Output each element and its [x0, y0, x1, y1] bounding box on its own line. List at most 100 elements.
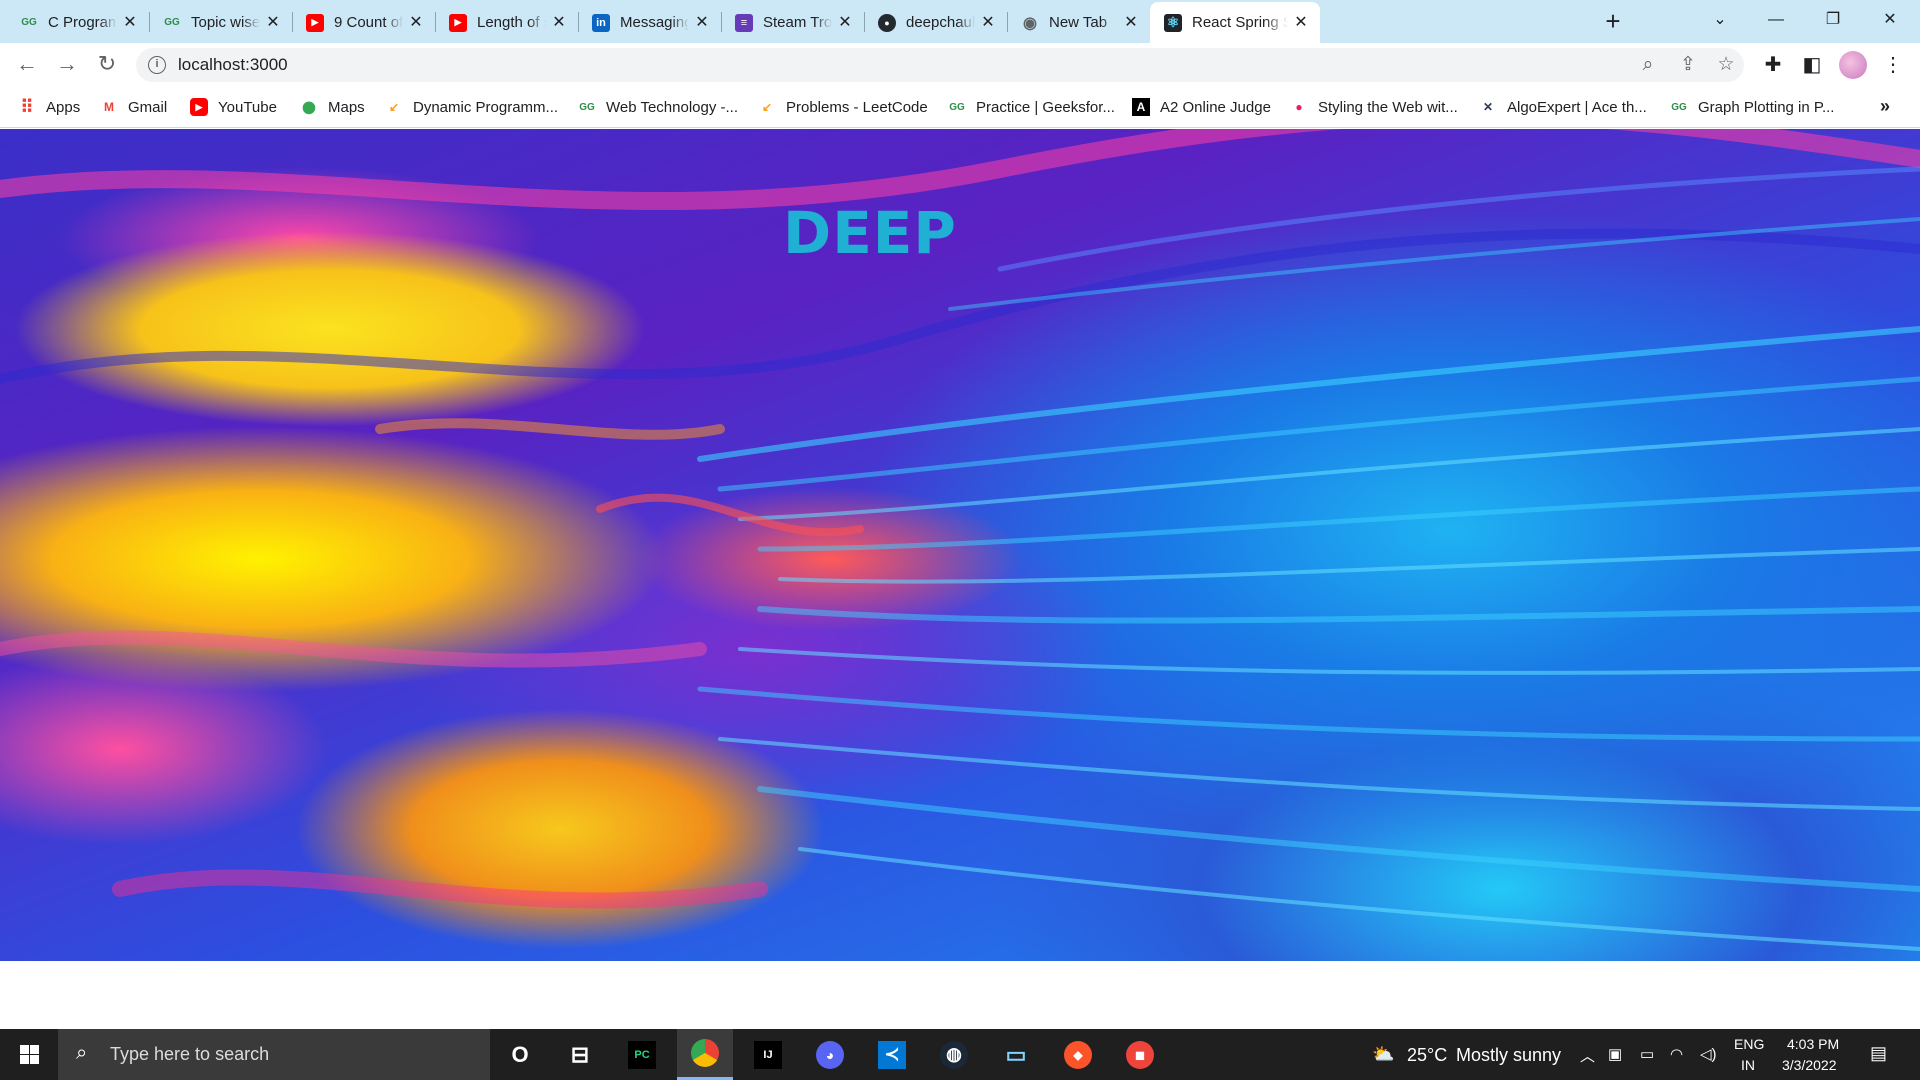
- notifications-icon[interactable]: ▤: [1870, 1043, 1887, 1064]
- chrome-icon: ◉: [1023, 14, 1037, 32]
- taskbar-app-remote-desktop[interactable]: ▭: [988, 1029, 1044, 1080]
- close-tab-icon[interactable]: ✕: [121, 14, 139, 32]
- weather-temp[interactable]: 25°C: [1407, 1045, 1447, 1066]
- bookmark-item[interactable]: GG Graph Plotting in P...: [1670, 96, 1834, 118]
- browser-tab[interactable]: ≡ Steam Troops✕: [721, 2, 864, 43]
- bookmark-label: A2 Online Judge: [1160, 98, 1271, 116]
- weather-condition[interactable]: Mostly sunny: [1456, 1045, 1561, 1066]
- close-tab-icon[interactable]: ✕: [1292, 14, 1310, 32]
- bookmark-item[interactable]: A A2 Online Judge: [1132, 96, 1271, 118]
- bookmark-star-icon[interactable]: ☆: [1714, 53, 1738, 77]
- restore-button[interactable]: ❐: [1805, 0, 1861, 40]
- browser-tab[interactable]: ▶ 9 Count of Sub✕: [292, 2, 435, 43]
- close-window-button[interactable]: ✕: [1862, 0, 1918, 40]
- bookmark-item[interactable]: GG Web Technology -...: [578, 96, 738, 118]
- close-tab-icon[interactable]: ✕: [979, 14, 997, 32]
- close-tab-icon[interactable]: ✕: [550, 14, 568, 32]
- windows-logo-icon: [30, 1045, 39, 1054]
- windows-start-button[interactable]: [0, 1029, 58, 1080]
- browser-tab[interactable]: GG C Programming✕: [6, 2, 149, 43]
- zoom-icon[interactable]: ⌕: [1636, 53, 1660, 77]
- weather-icon[interactable]: ⛅: [1372, 1044, 1394, 1065]
- taskbar-app-steam[interactable]: ◍: [926, 1029, 982, 1080]
- browser-tab[interactable]: in Messaging | LinkedIn✕: [578, 2, 721, 43]
- bookmark-item[interactable]: ⠿ Apps: [18, 96, 80, 118]
- volume-icon[interactable]: ◁): [1700, 1045, 1717, 1063]
- language-line1[interactable]: ENG: [1734, 1036, 1764, 1052]
- intellij-icon: IJ: [754, 1040, 782, 1069]
- close-tab-icon[interactable]: ✕: [836, 14, 854, 32]
- browser-tab[interactable]: ● deepchauhan/✕: [864, 2, 1007, 43]
- task-view-icon: ⊟: [570, 1041, 590, 1067]
- url-text[interactable]: localhost:3000: [178, 55, 288, 75]
- a2oj-icon: A: [1132, 98, 1150, 116]
- bookmark-item[interactable]: ✕ AlgoExpert | Ace th...: [1479, 96, 1647, 118]
- clock-time[interactable]: 4:03 PM: [1787, 1036, 1839, 1052]
- taskbar-app-vscode[interactable]: ≺: [864, 1029, 920, 1080]
- tab-title: New Tab: [1049, 14, 1108, 31]
- extensions-icon[interactable]: ✚: [1760, 52, 1786, 78]
- tab-title: Length of short: [477, 14, 546, 31]
- site-info-icon[interactable]: i: [148, 56, 166, 74]
- new-tab-button[interactable]: +: [1598, 7, 1628, 37]
- close-tab-icon[interactable]: ✕: [693, 14, 711, 32]
- clock-date[interactable]: 3/3/2022: [1782, 1057, 1837, 1073]
- language-line2[interactable]: IN: [1741, 1057, 1755, 1073]
- tab-search-icon[interactable]: ⌄: [1692, 0, 1748, 40]
- taskbar-app-intellij[interactable]: IJ: [740, 1029, 796, 1080]
- back-button[interactable]: ←: [12, 49, 42, 79]
- bookmark-label: Gmail: [128, 98, 168, 116]
- apps-grid-icon: ⠿: [20, 96, 34, 117]
- taskbar-app-discord[interactable]: ◕: [802, 1029, 858, 1080]
- taskbar-search-box[interactable]: ⌕ Type here to search: [58, 1029, 490, 1080]
- steam-icon: ◍: [940, 1040, 968, 1069]
- wifi-icon[interactable]: ◠: [1670, 1045, 1683, 1063]
- profile-avatar[interactable]: [1839, 51, 1867, 79]
- bookmarks-overflow-button[interactable]: »: [1880, 96, 1890, 117]
- taskbar-app-cortana[interactable]: O: [492, 1029, 548, 1080]
- taskbar-app-chrome[interactable]: [677, 1029, 733, 1080]
- bookmark-item[interactable]: ↙ Problems - LeetCode: [758, 96, 928, 118]
- anydesk-icon: ◼: [1126, 1040, 1154, 1069]
- search-icon: ⌕: [76, 1042, 88, 1064]
- bookmark-item[interactable]: ⬤ Maps: [300, 96, 365, 118]
- browser-tab[interactable]: GG Topic wise multiple✕: [149, 2, 292, 43]
- address-bar[interactable]: i localhost:3000 ⌕ ⇪ ☆: [136, 48, 1744, 82]
- course-icon: ●: [1295, 100, 1303, 114]
- close-tab-icon[interactable]: ✕: [264, 14, 282, 32]
- bookmark-label: Maps: [328, 98, 365, 116]
- reload-button[interactable]: ↻: [92, 49, 122, 79]
- taskbar-app-pycharm[interactable]: PC: [614, 1029, 670, 1080]
- browser-tab[interactable]: ⚛ React Spring S ✕: [1150, 2, 1320, 43]
- bookmark-item[interactable]: ↙ Dynamic Programm...: [385, 96, 558, 118]
- browser-toolbar: ← → ↻ i localhost:3000 ⌕ ⇪ ☆ ✚ ◧ ⋮: [0, 43, 1920, 86]
- battery-icon[interactable]: ▭: [1640, 1045, 1654, 1063]
- bookmark-label: Practice | Geeksfor...: [976, 98, 1115, 116]
- share-icon[interactable]: ⇪: [1676, 53, 1700, 77]
- taskbar-app-brave[interactable]: ◆: [1050, 1029, 1106, 1080]
- forward-button[interactable]: →: [52, 49, 82, 79]
- windows-taskbar: ⌕ Type here to search O ⊟ PC IJ ◕ ≺ ◍ ▭ ◆ ◼ ⛅ 25°…: [0, 1029, 1920, 1080]
- show-hidden-icons-icon[interactable]: ︿: [1580, 1045, 1595, 1066]
- browser-tab[interactable]: ▶ Length of short✕: [435, 2, 578, 43]
- side-panel-icon[interactable]: ◧: [1799, 52, 1825, 78]
- minimize-button[interactable]: —: [1748, 0, 1804, 40]
- bookmark-label: Styling the Web wit...: [1318, 98, 1458, 116]
- meet-now-icon[interactable]: ▣: [1608, 1045, 1622, 1063]
- bookmark-item[interactable]: ▶ YouTube: [190, 96, 277, 118]
- page-viewport: DEEP: [0, 129, 1920, 1029]
- browser-tab[interactable]: ◉ New Tab ✕: [1007, 2, 1150, 43]
- menu-icon[interactable]: ⋮: [1880, 52, 1906, 78]
- close-tab-icon[interactable]: ✕: [407, 14, 425, 32]
- bookmark-label: Apps: [46, 98, 81, 116]
- tab-title: C Programming: [48, 14, 117, 31]
- taskbar-app-task-view[interactable]: ⊟: [552, 1029, 608, 1080]
- bookmark-item[interactable]: M Gmail: [100, 96, 167, 118]
- close-tab-icon[interactable]: ✕: [1122, 14, 1140, 32]
- maps-pin-icon: ⬤: [302, 100, 316, 114]
- leetcode-icon: ↙: [388, 100, 400, 114]
- windows-logo-icon: [20, 1045, 29, 1054]
- bookmark-item[interactable]: ● Styling the Web wit...: [1290, 96, 1458, 118]
- bookmark-item[interactable]: GG Practice | Geeksfor...: [948, 96, 1115, 118]
- taskbar-app-anydesk[interactable]: ◼: [1112, 1029, 1168, 1080]
